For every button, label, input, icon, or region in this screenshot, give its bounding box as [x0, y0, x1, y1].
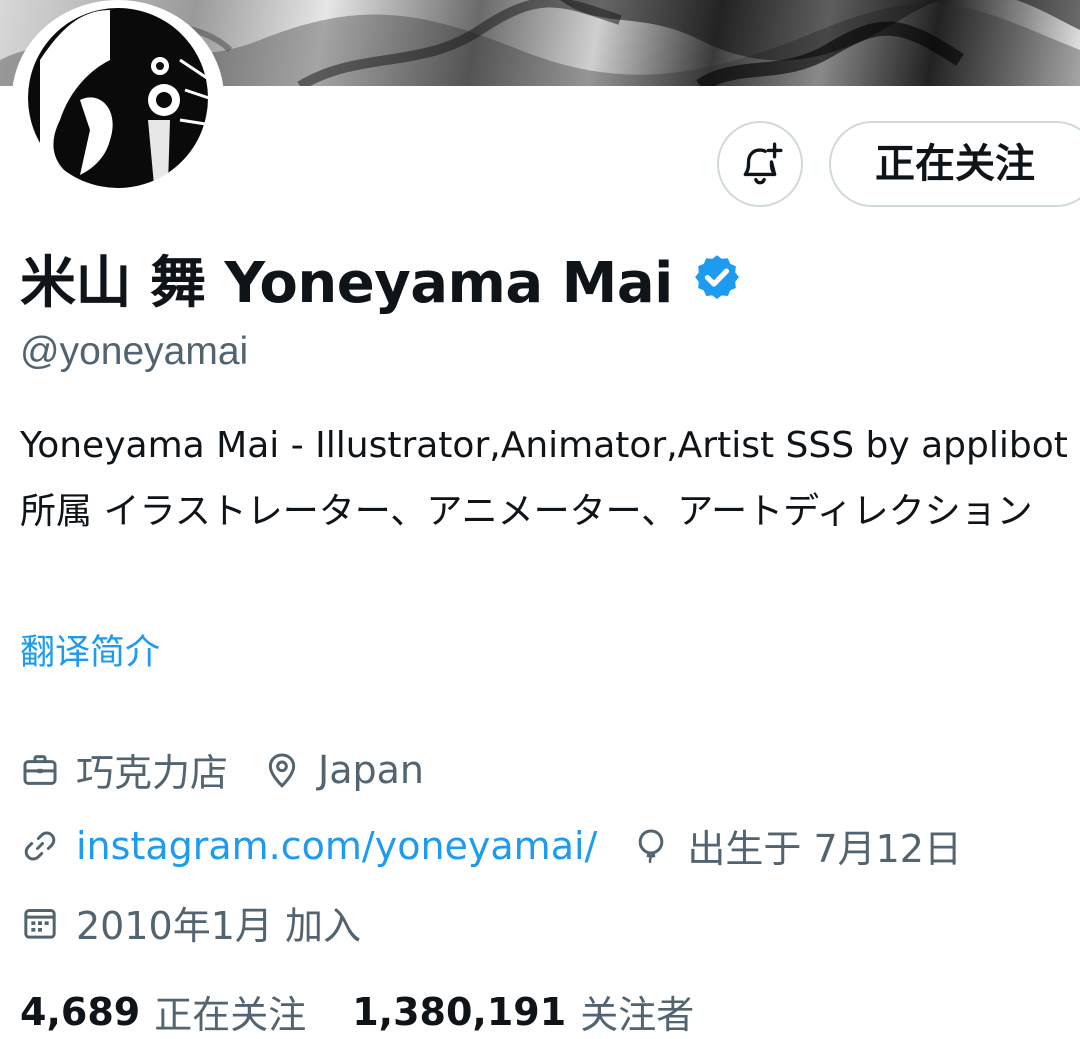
joined-item: 2010年1月 加入 — [20, 895, 361, 950]
profile-name-row: 米山 舞 Yoneyama Mai — [20, 238, 743, 318]
birthday-text: 出生于 7月12日 — [687, 827, 962, 871]
balloon-icon — [639, 828, 664, 863]
profile-meta-row-2: instagram.com/yoneyamai/ 出生于 7月12日 — [20, 818, 962, 873]
following-count: 4,689 — [20, 989, 141, 1034]
profile-meta-row-3: 2010年1月 加入 — [20, 895, 361, 950]
followers-stat[interactable]: 1,380,191 关注者 — [352, 984, 694, 1039]
followers-count: 1,380,191 — [352, 989, 567, 1034]
follow-stats: 4,689 正在关注 1,380,191 关注者 — [20, 984, 694, 1039]
profile-meta-row-1: 巧克力店 Japan — [20, 742, 424, 797]
profile-handle: @yoneyamai — [20, 330, 249, 373]
briefcase-icon — [23, 754, 57, 785]
website-link[interactable]: instagram.com/yoneyamai/ — [76, 824, 597, 868]
location-text: Japan — [318, 747, 424, 792]
verified-badge-icon[interactable] — [691, 252, 743, 304]
link-icon — [24, 831, 56, 860]
translate-bio-link[interactable]: 翻译简介 — [20, 624, 160, 675]
joined-text: 2010年1月 加入 — [76, 904, 361, 948]
display-name: 米山 舞 Yoneyama Mai — [20, 250, 673, 316]
calendar-icon — [24, 908, 56, 939]
profile-bio: Yoneyama Mai - Illustrator,Animator,Arti… — [20, 425, 1068, 532]
notification-bell-button[interactable] — [717, 121, 803, 207]
category-item: 巧克力店 — [20, 742, 228, 797]
following-button[interactable]: 正在关注 — [829, 121, 1080, 207]
website-item[interactable]: instagram.com/yoneyamai/ — [20, 824, 597, 868]
bell-plus-icon — [743, 142, 783, 185]
following-stat[interactable]: 4,689 正在关注 — [20, 984, 306, 1039]
location-item: Japan — [262, 748, 424, 792]
followers-label: 关注者 — [580, 993, 695, 1037]
profile-avatar[interactable] — [12, 0, 224, 196]
following-label: 正在关注 — [154, 993, 307, 1037]
category-text: 巧克力店 — [76, 751, 229, 795]
location-pin-icon — [268, 752, 296, 788]
birthday-item: 出生于 7月12日 — [631, 818, 962, 873]
